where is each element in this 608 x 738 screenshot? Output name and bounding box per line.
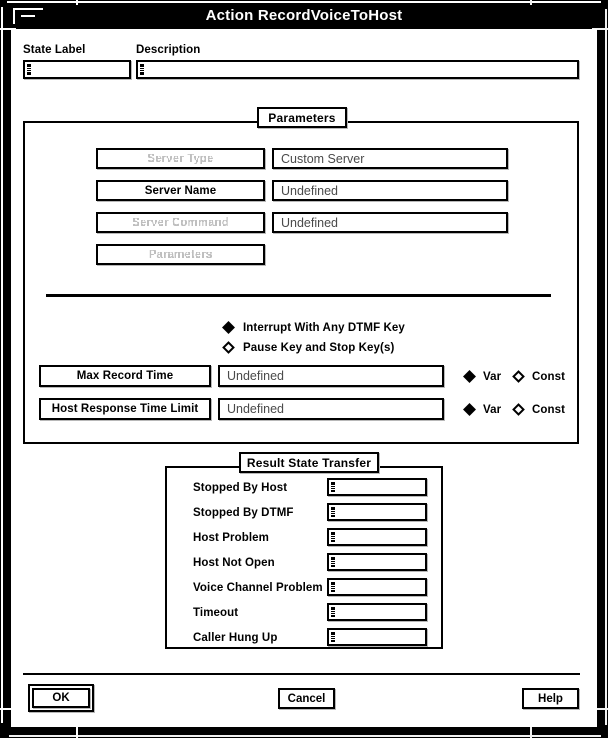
diamond-filled-icon: [463, 370, 476, 383]
frame-shadow-bottom: [9, 735, 601, 737]
description-input[interactable]: [136, 60, 579, 79]
stopped-by-dtmf-field[interactable]: [327, 503, 427, 521]
state-label-input[interactable]: [23, 60, 131, 79]
server-name-value-field[interactable]: Undefined: [272, 180, 508, 201]
window-frame: Action RecordVoiceToHost State Label Des…: [0, 0, 608, 738]
help-button[interactable]: Help: [522, 688, 579, 709]
server-type-value: Custom Server: [281, 151, 365, 166]
radio-label-host-response-time-limit-const: Const: [532, 404, 566, 416]
stopped-by-dtmf-label: Stopped By DTMF: [193, 507, 294, 519]
server-type-label-button: Server Type: [96, 148, 265, 169]
voice-channel-problem-label: Voice Channel Problem: [193, 582, 323, 594]
result-state-transfer-frame-title: Result State Transfer: [239, 452, 379, 473]
minimize-bevel-left: [13, 8, 15, 24]
server-command-value-field[interactable]: Undefined: [272, 212, 508, 233]
stopped-by-host-label: Stopped By Host: [193, 482, 288, 494]
parameters-frame: [23, 121, 579, 444]
radio-pause-key-and-stop-keys[interactable]: [222, 341, 235, 354]
host-response-time-limit-value: Undefined: [227, 402, 284, 416]
host-response-time-limit-label-button[interactable]: Host Response Time Limit: [39, 398, 211, 420]
description-caption: Description: [136, 44, 201, 56]
max-record-time-label: Max Record Time: [76, 370, 174, 382]
radio-label-max-record-time-const: Const: [532, 371, 566, 383]
server-name-label-button[interactable]: Server Name: [96, 180, 265, 201]
max-record-time-label-button[interactable]: Max Record Time: [39, 365, 211, 387]
resize-handle-bottom-a[interactable]: [76, 726, 78, 738]
frame-shadow-right: [605, 9, 607, 725]
text-caret: [331, 532, 335, 542]
text-caret: [331, 507, 335, 517]
minimize-glyph: [21, 15, 35, 17]
resize-handle-bottom-b[interactable]: [530, 726, 532, 738]
caller-hung-up-label: Caller Hung Up: [193, 632, 278, 644]
host-problem-label: Host Problem: [193, 532, 269, 544]
text-caret: [331, 632, 335, 642]
voice-channel-problem-field[interactable]: [327, 578, 427, 596]
text-caret: [331, 482, 335, 492]
window-title: Action RecordVoiceToHost: [205, 7, 403, 24]
radio-host-response-time-limit-var[interactable]: [463, 403, 476, 416]
dialog-client-area: State Label Description Parameters Serve…: [11, 29, 597, 727]
state-label-caption: State Label: [23, 44, 86, 56]
ok-button[interactable]: OK: [32, 688, 90, 708]
parameters-separator: [46, 294, 551, 297]
diamond-filled-icon: [222, 321, 235, 334]
radio-label-host-response-time-limit-var: Var: [483, 404, 502, 416]
action-area-separator: [23, 673, 580, 675]
radio-label-pause-key-and-stop-keys: Pause Key and Stop Key(s): [243, 342, 395, 354]
timeout-label: Timeout: [193, 607, 239, 619]
parameters-frame-title: Parameters: [257, 107, 347, 128]
server-command-label-button: Server Command: [96, 212, 265, 233]
max-record-time-field[interactable]: Undefined: [218, 365, 444, 387]
text-caret: [331, 607, 335, 617]
diamond-hollow-icon: [512, 370, 525, 383]
minimize-bevel-top: [13, 8, 43, 10]
frame-highlight-top: [7, 1, 601, 3]
diamond-hollow-icon: [222, 341, 235, 354]
parameters-label: Parameters: [147, 247, 213, 262]
server-command-value: Undefined: [281, 215, 338, 230]
server-type-value-field[interactable]: Custom Server: [272, 148, 508, 169]
host-problem-field[interactable]: [327, 528, 427, 546]
cancel-button[interactable]: Cancel: [278, 688, 335, 709]
radio-label-interrupt-with-any-dtmf-key: Interrupt With Any DTMF Key: [243, 322, 405, 334]
text-caret: [27, 64, 31, 75]
timeout-field[interactable]: [327, 603, 427, 621]
caller-hung-up-field[interactable]: [327, 628, 427, 646]
text-caret: [140, 64, 144, 75]
server-name-label: Server Name: [144, 184, 217, 197]
radio-max-record-time-var[interactable]: [463, 370, 476, 383]
text-caret: [331, 557, 335, 567]
text-caret: [331, 582, 335, 592]
radio-max-record-time-const[interactable]: [512, 370, 525, 383]
host-response-time-limit-field[interactable]: Undefined: [218, 398, 444, 420]
parameters-label-button: Parameters: [96, 244, 265, 265]
diamond-hollow-icon: [512, 403, 525, 416]
frame-nick-left: [1, 0, 3, 7]
host-not-open-label: Host Not Open: [193, 557, 275, 569]
server-command-label: Server Command: [131, 215, 230, 230]
frame-highlight-left: [1, 7, 3, 723]
title-bar[interactable]: Action RecordVoiceToHost: [9, 5, 599, 27]
radio-label-max-record-time-var: Var: [483, 371, 502, 383]
server-type-label: Server Type: [146, 151, 215, 166]
radio-interrupt-with-any-dtmf-key[interactable]: [222, 321, 235, 334]
radio-host-response-time-limit-const[interactable]: [512, 403, 525, 416]
server-name-value: Undefined: [281, 183, 338, 198]
minimize-icon[interactable]: [13, 8, 43, 24]
host-response-time-limit-label: Host Response Time Limit: [51, 403, 199, 415]
max-record-time-value: Undefined: [227, 369, 284, 383]
diamond-filled-icon: [463, 403, 476, 416]
stopped-by-host-field[interactable]: [327, 478, 427, 496]
host-not-open-field[interactable]: [327, 553, 427, 571]
